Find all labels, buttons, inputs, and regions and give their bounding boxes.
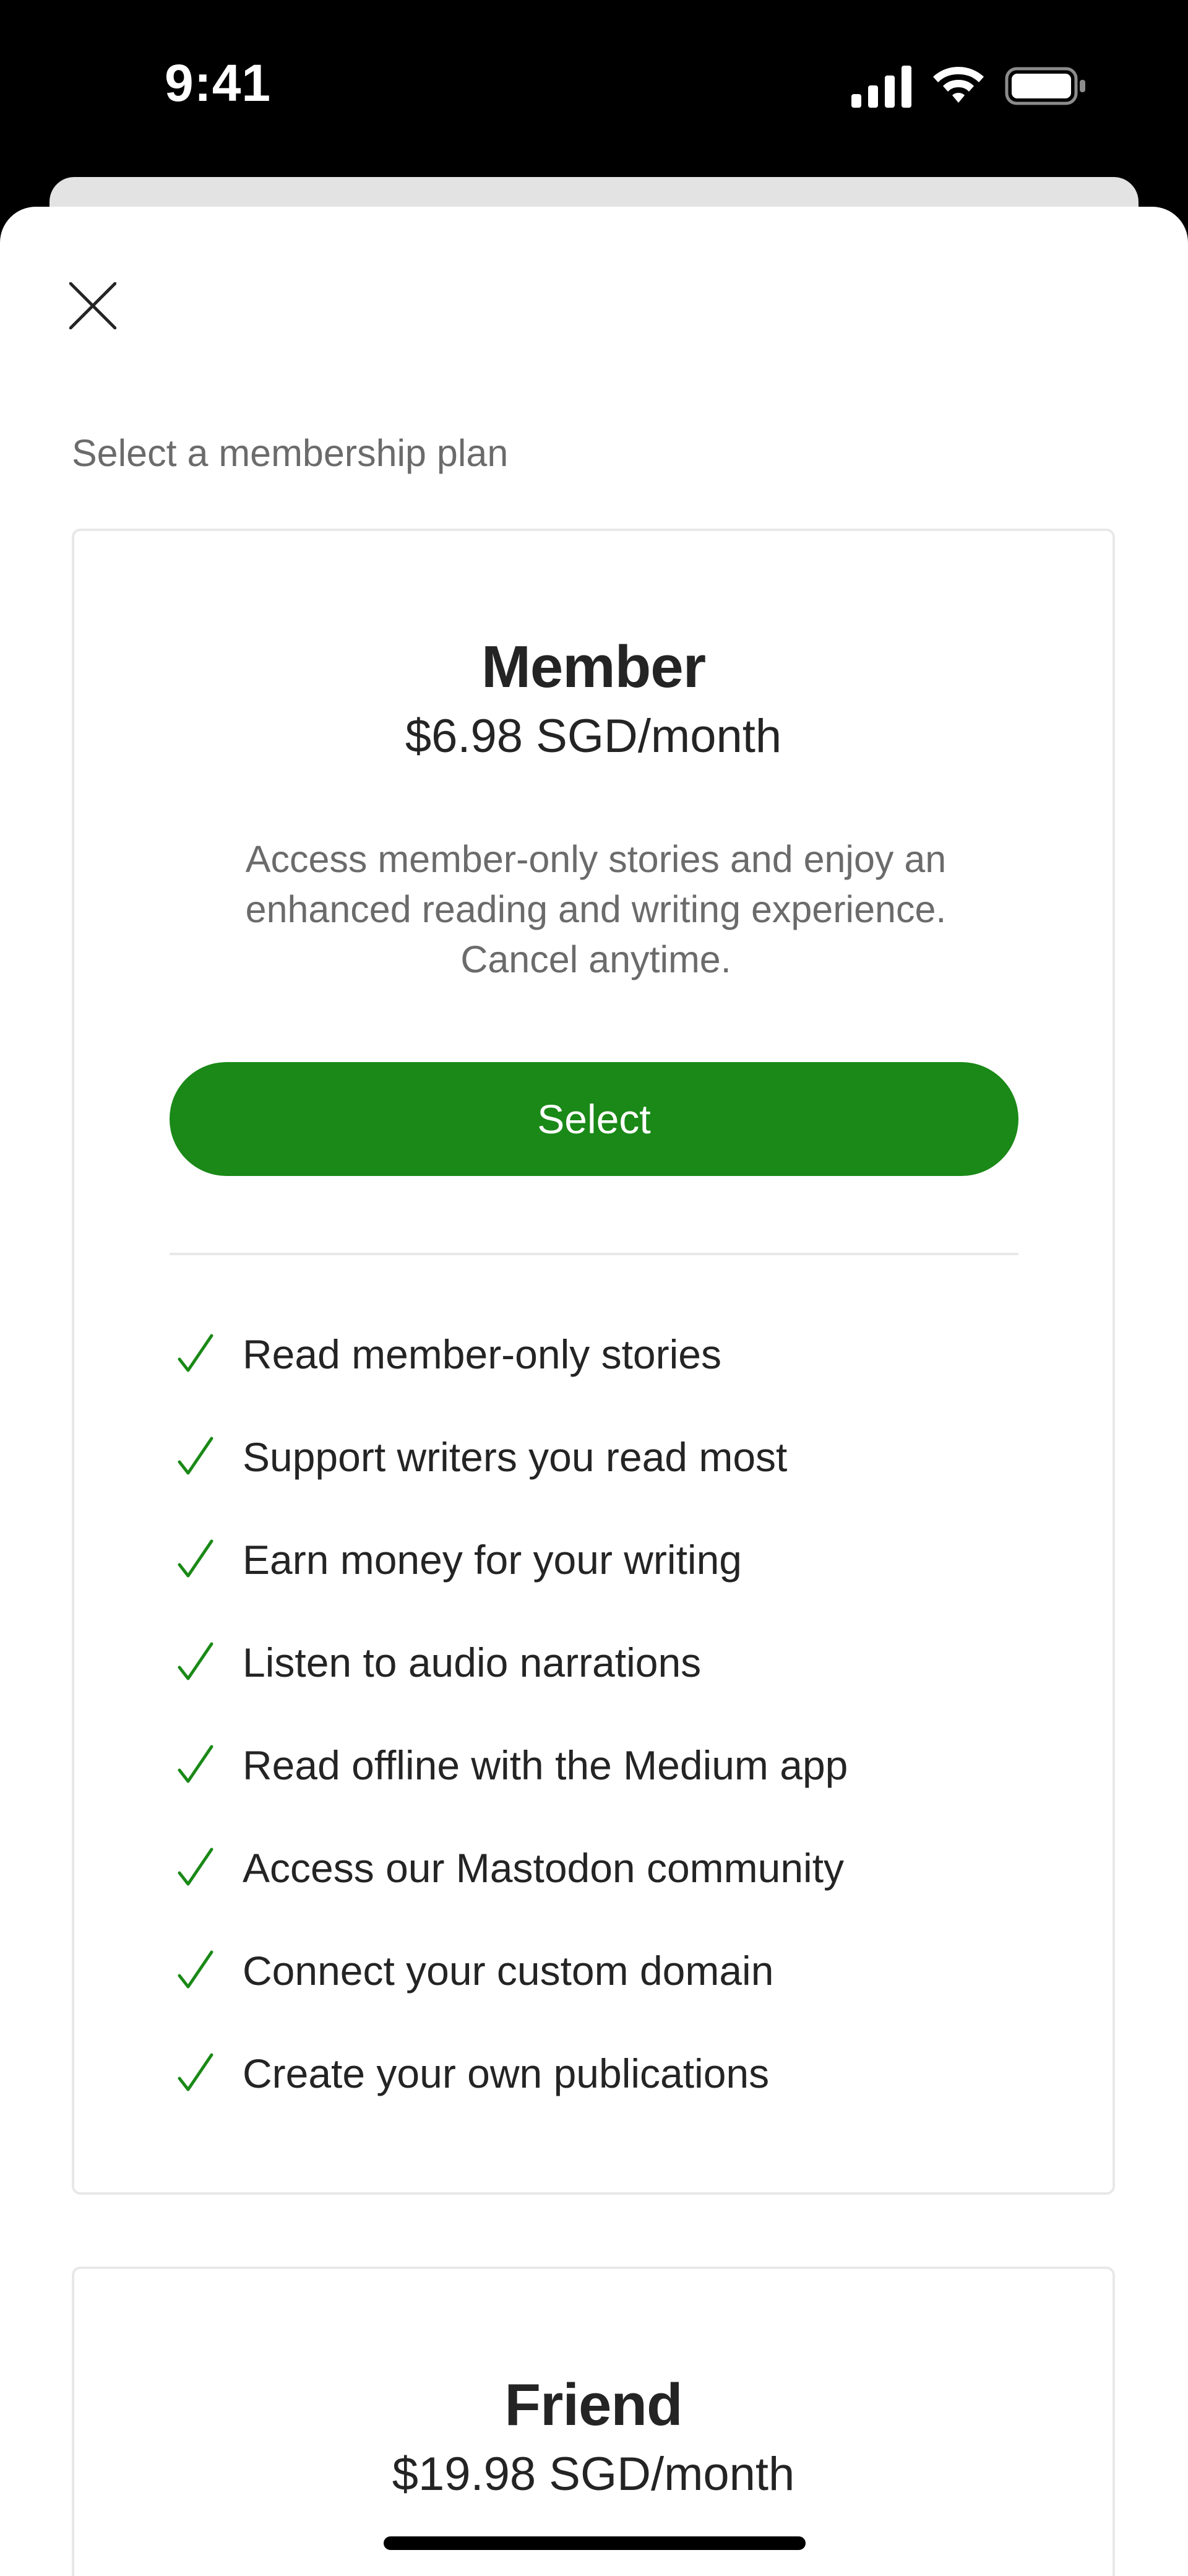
benefit-label: Create your own publications — [243, 2051, 770, 2096]
plan-name: Friend — [504, 2372, 682, 2438]
plan-price: $6.98 SGD/month — [405, 710, 782, 763]
check-icon — [178, 2053, 213, 2091]
membership-sheet: Select a membership plan Member $6.98 SG… — [0, 207, 1188, 2576]
benefit-item: Read offline with the Medium app — [74, 1738, 1113, 1841]
benefit-label: Read member-only stories — [243, 1331, 721, 1377]
plan-description: Access member-only stories and enjoy an … — [245, 838, 947, 980]
benefit-item: Read member-only stories — [74, 1327, 1113, 1430]
plan-card-friend: Friend $19.98 SGD/month — [72, 2267, 1115, 2576]
benefit-label: Support writers you read most — [243, 1434, 788, 1480]
benefit-label: Listen to audio narrations — [243, 1640, 702, 1685]
wifi-icon — [933, 67, 984, 103]
benefit-label: Read offline with the Medium app — [243, 1742, 848, 1788]
benefit-item: Create your own publications — [74, 2046, 1113, 2149]
close-icon — [69, 282, 116, 329]
benefit-item: Access our Mastodon community — [74, 1841, 1113, 1943]
benefit-item: Listen to audio narrations — [74, 1635, 1113, 1738]
check-icon — [178, 1848, 213, 1886]
cellular-signal-icon — [851, 66, 911, 108]
page-title: Select a membership plan — [72, 432, 509, 474]
home-indicator — [384, 2536, 806, 2550]
divider — [170, 1253, 1018, 1255]
status-time: 9:41 — [165, 54, 272, 112]
plan-price: $19.98 SGD/month — [392, 2448, 795, 2500]
plan-card-member: Member $6.98 SGD/month Access member-onl… — [72, 529, 1115, 2195]
benefit-list: Read member-only stories Support writers… — [74, 1327, 1113, 2149]
benefit-item: Earn money for your writing — [74, 1532, 1113, 1635]
check-icon — [178, 1642, 213, 1680]
benefit-label: Connect your custom domain — [243, 1948, 774, 1994]
select-plan-button[interactable]: Select — [170, 1062, 1018, 1176]
benefit-label: Earn money for your writing — [243, 1537, 742, 1583]
check-icon — [178, 1437, 213, 1475]
close-button[interactable] — [62, 275, 124, 337]
check-icon — [178, 1745, 213, 1783]
check-icon — [178, 1539, 213, 1578]
benefit-item: Support writers you read most — [74, 1430, 1113, 1532]
check-icon — [178, 1334, 213, 1372]
benefit-item: Connect your custom domain — [74, 1943, 1113, 2046]
check-icon — [178, 1950, 213, 1989]
benefit-label: Access our Mastodon community — [243, 1845, 845, 1891]
status-bar: 9:41 — [0, 0, 1188, 179]
plan-name: Member — [481, 634, 706, 700]
battery-icon — [1005, 67, 1085, 105]
